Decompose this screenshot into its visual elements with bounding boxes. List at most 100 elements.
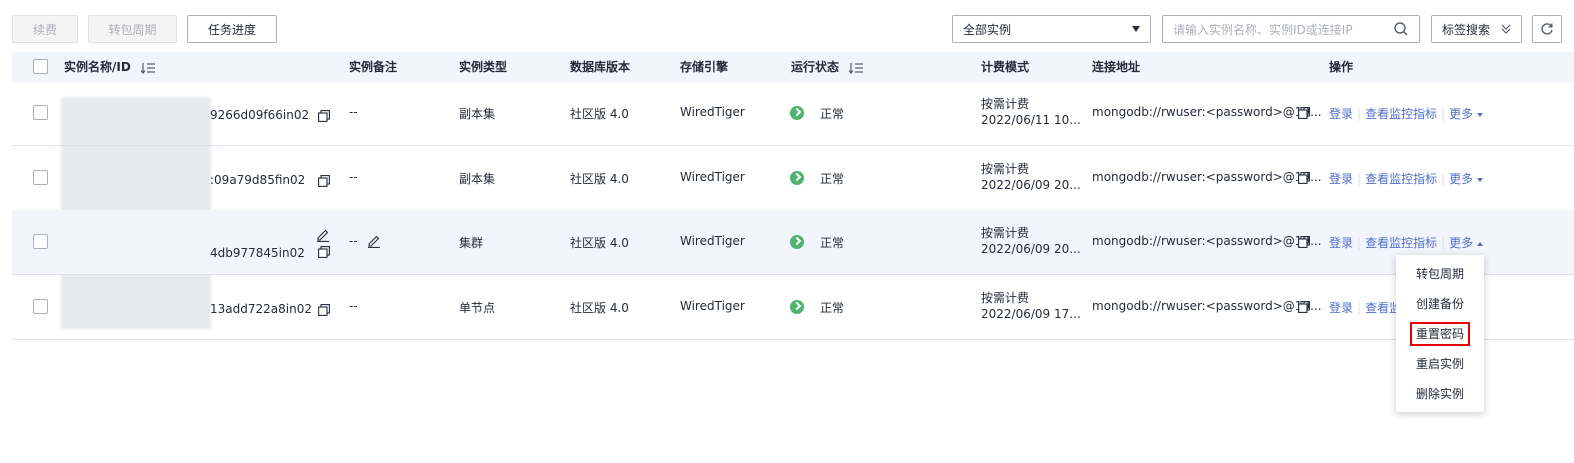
- header-billing: 计费模式: [981, 60, 1030, 74]
- action-separator: |: [1441, 107, 1446, 121]
- storage-engine: WiredTiger: [680, 105, 745, 119]
- login-link[interactable]: 登录: [1329, 301, 1353, 315]
- edit-remark-icon[interactable]: [367, 234, 381, 248]
- db-version: 社区版 4.0: [570, 107, 629, 121]
- instance-filter-select[interactable]: 全部实例: [952, 15, 1151, 43]
- db-version: 社区版 4.0: [570, 236, 629, 250]
- header-version: 数据库版本: [570, 60, 631, 74]
- connection-address: mongodb://rwuser:<password>@19...: [1092, 234, 1322, 248]
- copy-address-icon[interactable]: [1298, 172, 1310, 184]
- instance-type: 副本集: [459, 172, 496, 186]
- search-placeholder: 请输入实例名称、实例ID或连接IP: [1173, 22, 1353, 37]
- storage-engine: WiredTiger: [680, 299, 745, 313]
- login-link[interactable]: 登录: [1329, 172, 1353, 186]
- action-separator: |: [1441, 172, 1446, 186]
- instance-id: :09a79d85fin02: [210, 173, 306, 187]
- menu-item-delete-instance[interactable]: 删除实例: [1396, 379, 1484, 409]
- billing-mode: 按需计费: [981, 162, 1030, 176]
- copy-address-icon[interactable]: [1298, 107, 1310, 119]
- chevron-up-icon: [1477, 241, 1484, 246]
- copy-icon[interactable]: [318, 246, 330, 258]
- menu-item-create-backup[interactable]: 创建备份: [1396, 289, 1484, 319]
- row-checkbox[interactable]: [33, 234, 48, 249]
- billing-date: 2022/06/09 17...: [981, 307, 1081, 321]
- header-type: 实例类型: [459, 60, 508, 74]
- instance-remark: --: [349, 170, 358, 184]
- menu-item-reset-password[interactable]: 重置密码: [1396, 319, 1484, 349]
- connection-address: mongodb://rwuser:<password>@19...: [1092, 299, 1322, 313]
- instance-id: 13add722a8in02: [210, 302, 312, 316]
- storage-engine: WiredTiger: [680, 170, 745, 184]
- copy-icon[interactable]: [318, 304, 330, 316]
- billing-mode: 按需计费: [981, 226, 1030, 240]
- more-actions-dropdown: 转包周期 创建备份 重置密码 重启实例 删除实例: [1396, 255, 1484, 412]
- login-link[interactable]: 登录: [1329, 236, 1353, 250]
- menu-item-convert-yearly[interactable]: 转包周期: [1396, 259, 1484, 289]
- instance-status: 正常: [820, 301, 845, 315]
- row-actions: 登录 | 查看监控指标 | 更多: [1329, 234, 1484, 251]
- action-separator: |: [1357, 172, 1362, 186]
- billing-mode: 按需计费: [981, 97, 1030, 111]
- row-actions: 登录 | 查看监控指标 | 更多: [1329, 105, 1484, 122]
- copy-address-icon[interactable]: [1298, 301, 1310, 313]
- instance-id: 4db977845in02: [210, 246, 305, 260]
- double-chevron-down-icon: [1501, 24, 1511, 34]
- menu-item-restart-instance[interactable]: 重启实例: [1396, 349, 1484, 379]
- header-remark: 实例备注: [349, 60, 398, 74]
- copy-icon[interactable]: [318, 110, 330, 122]
- copy-address-icon[interactable]: [1298, 236, 1310, 248]
- billing-mode: 按需计费: [981, 291, 1030, 305]
- action-separator: |: [1357, 107, 1362, 121]
- search-input[interactable]: 请输入实例名称、实例ID或连接IP: [1162, 15, 1420, 43]
- table-row: 13add722a8in02 -- 单节点 社区版 4.0 WiredTiger 正常 按需…: [12, 275, 1574, 340]
- billing-date: 2022/06/09 20...: [981, 178, 1081, 192]
- view-metrics-link[interactable]: 查看监控指标: [1365, 236, 1437, 250]
- table-header: 实例名称/ID 实例备注 实例类型 数据库版本 存储引擎 运行状态 计费模式 连…: [12, 52, 1574, 82]
- connection-address: mongodb://rwuser:<password>@19...: [1092, 170, 1322, 184]
- table-row: :09a79d85fin02 -- 副本集 社区版 4.0 WiredTiger 正常 按需…: [12, 146, 1574, 211]
- instance-id: 9266d09f66in02: [210, 108, 310, 122]
- tag-search-label: 标签搜索: [1442, 22, 1491, 37]
- instance-status: 正常: [820, 236, 845, 250]
- tag-search-button[interactable]: 标签搜索: [1431, 15, 1522, 43]
- search-icon[interactable]: [1393, 21, 1409, 37]
- chevron-down-icon: [1477, 112, 1484, 117]
- instance-type: 副本集: [459, 107, 496, 121]
- action-separator: |: [1357, 236, 1362, 250]
- view-metrics-link[interactable]: 查看监控指标: [1365, 172, 1437, 186]
- row-actions: 登录 | 查看监控指标 | 更多: [1329, 170, 1484, 187]
- billing-date: 2022/06/11 10...: [981, 113, 1081, 127]
- login-link[interactable]: 登录: [1329, 107, 1353, 121]
- renew-button[interactable]: 续费: [12, 15, 78, 43]
- header-status: 运行状态: [791, 52, 864, 82]
- row-checkbox[interactable]: [33, 299, 48, 314]
- row-actions: 登录 | 查看监: [1329, 299, 1401, 316]
- filter-icon[interactable]: [849, 62, 864, 74]
- instance-remark: --: [349, 234, 358, 248]
- convert-to-yearly-button[interactable]: 转包周期: [88, 15, 177, 43]
- toolbar: 续费 转包周期 任务进度 全部实例 请输入实例名称、实例ID或连接IP 标签搜索: [0, 0, 1574, 52]
- action-separator: |: [1357, 301, 1362, 315]
- instance-type: 集群: [459, 236, 484, 250]
- billing-date: 2022/06/09 20...: [981, 242, 1081, 256]
- table-row: 4db977845in02 -- 集群 社区版 4.0 WiredTiger 正常 按需计费…: [12, 210, 1574, 275]
- more-link[interactable]: 更多: [1449, 172, 1484, 186]
- storage-engine: WiredTiger: [680, 234, 745, 248]
- sort-icon[interactable]: [141, 62, 155, 74]
- instance-status: 正常: [820, 107, 845, 121]
- more-link[interactable]: 更多: [1449, 107, 1484, 121]
- copy-icon[interactable]: [318, 175, 330, 187]
- status-ok-icon: [790, 300, 804, 314]
- row-checkbox[interactable]: [33, 170, 48, 185]
- view-metrics-link[interactable]: 查看监控指标: [1365, 107, 1437, 121]
- table-row: 9266d09f66in02 -- 副本集 社区版 4.0 WiredTiger 正常 按需…: [12, 81, 1574, 146]
- select-all-checkbox[interactable]: [33, 59, 48, 74]
- refresh-button[interactable]: [1532, 15, 1562, 43]
- header-address: 连接地址: [1092, 60, 1141, 74]
- row-checkbox[interactable]: [33, 105, 48, 120]
- task-progress-button[interactable]: 任务进度: [187, 15, 277, 43]
- more-link[interactable]: 更多: [1449, 236, 1484, 250]
- db-version: 社区版 4.0: [570, 301, 629, 315]
- header-name: 实例名称/ID: [64, 52, 155, 82]
- edit-name-icon[interactable]: [316, 228, 330, 242]
